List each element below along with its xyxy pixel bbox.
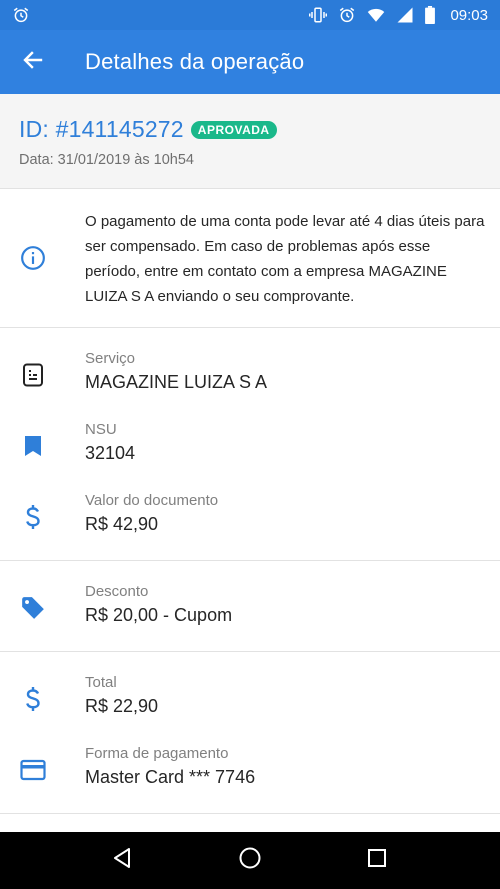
field-value: R$ 20,00 - Cupom	[85, 605, 233, 625]
field-label: Desconto	[85, 583, 149, 600]
dollar-icon	[20, 504, 46, 530]
field-value: 32104	[85, 443, 136, 463]
arrow-back-icon	[21, 48, 45, 77]
signal-icon	[396, 6, 414, 24]
back-button[interactable]	[0, 30, 66, 94]
info-text: O pagamento de uma conta pode levar até …	[85, 213, 485, 305]
wifi-icon	[366, 6, 386, 24]
system-nav-bar	[0, 832, 500, 889]
credit-card-icon	[20, 757, 46, 783]
payment-section: Total R$ 22,90 Forma de pagamento Master…	[0, 652, 500, 814]
vibrate-icon	[308, 6, 328, 24]
field-label: Serviço	[85, 350, 136, 367]
operation-date: Data: 31/01/2019 às 10h54	[19, 152, 194, 168]
nav-home-button[interactable]	[220, 832, 280, 889]
alarm-icon	[338, 6, 356, 24]
app-bar: Detalhes da operação	[0, 30, 500, 94]
field-valor-documento: Valor do documento R$ 42,90	[0, 492, 500, 542]
nav-recents-button[interactable]	[347, 832, 407, 889]
status-badge: APROVADA	[190, 120, 277, 139]
alarm-icon	[12, 6, 30, 24]
home-circle-icon	[238, 846, 262, 875]
field-value: Master Card *** 7746	[85, 767, 256, 787]
info-icon	[20, 245, 46, 276]
field-value: MAGAZINE LUIZA S A	[85, 372, 268, 392]
status-bar: 09:03	[0, 0, 500, 30]
info-notice: O pagamento de uma conta pode levar até …	[0, 189, 500, 328]
battery-icon	[424, 6, 436, 24]
receipt-icon	[20, 362, 46, 388]
bookmark-icon	[20, 433, 46, 459]
discount-section: Desconto R$ 20,00 - Cupom	[0, 561, 500, 652]
tag-icon	[20, 595, 46, 621]
dollar-icon	[20, 686, 46, 712]
nav-back-button[interactable]	[93, 832, 153, 889]
field-label: Valor do documento	[85, 492, 219, 509]
back-triangle-icon	[112, 847, 134, 874]
field-label: Total	[85, 674, 117, 691]
operation-header: ID: #141145272 APROVADA Data: 31/01/2019…	[0, 94, 500, 189]
details-section: Serviço MAGAZINE LUIZA S A NSU 32104 Val…	[0, 328, 500, 561]
status-time: 09:03	[450, 6, 488, 24]
recents-square-icon	[367, 848, 387, 873]
field-value: R$ 42,90	[85, 514, 159, 534]
page-title: Detalhes da operação	[85, 49, 305, 74]
field-nsu: NSU 32104	[0, 421, 500, 471]
field-value: R$ 22,90	[85, 696, 159, 716]
field-servico: Serviço MAGAZINE LUIZA S A	[0, 350, 500, 400]
field-label: Forma de pagamento	[85, 745, 229, 762]
field-desconto: Desconto R$ 20,00 - Cupom	[0, 583, 500, 633]
operation-id: ID: #141145272	[19, 116, 184, 142]
field-forma-pagamento: Forma de pagamento Master Card *** 7746	[0, 745, 500, 795]
field-label: NSU	[85, 421, 117, 438]
field-total: Total R$ 22,90	[0, 674, 500, 724]
